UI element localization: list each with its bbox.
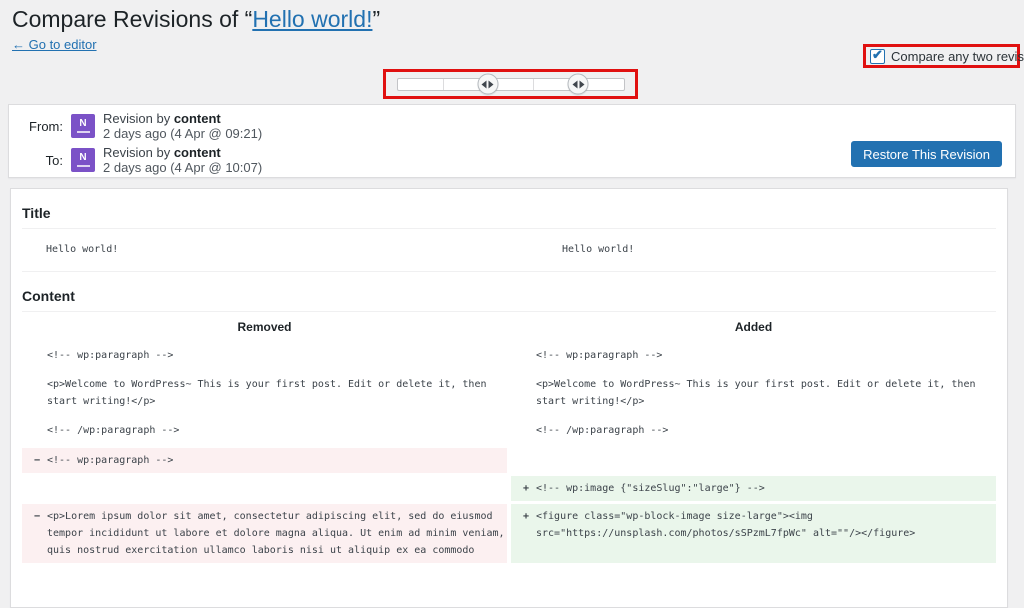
handle-left-arrow-icon [482,80,487,88]
diff-sign: + [511,480,536,497]
handle-right-arrow-icon [579,80,584,88]
to-author: content [174,145,221,160]
removed-column-header: Removed [22,319,507,336]
go-to-editor-link[interactable]: ← Go to editor [12,37,97,52]
avatar-letter: N [79,119,86,129]
diff-text: <!-- wp:paragraph --> [47,452,507,469]
diff-text: <p>Welcome to WordPress~ This is your fi… [536,376,996,410]
diff-row: −<!-- wp:paragraph --> [22,448,996,473]
diff-text: <!-- wp:paragraph --> [47,347,507,364]
diff-row: −<p>Lorem ipsum dolor sit amet, consecte… [22,504,996,563]
from-timestamp: 2 days ago (4 Apr @ 09:21) [103,126,262,141]
diff-text: <p>Welcome to WordPress~ This is your fi… [47,376,507,410]
diff-sign: − [22,452,47,469]
diff-text: <!-- /wp:paragraph --> [536,422,996,439]
diff-cell-context: <!-- /wp:paragraph --> [511,416,996,445]
diff-text: <!-- /wp:paragraph --> [47,422,507,439]
diff-cell-context: <!-- /wp:paragraph --> [22,416,507,445]
diff-row: <!-- wp:paragraph --> <!-- wp:paragraph -… [22,341,996,370]
to-line1-prefix: Revision by [103,145,174,160]
diff-sign [511,347,536,364]
checkmark-icon: ✔ [872,47,883,62]
avatar-letter: N [79,153,86,163]
diff-text: <figure class="wp-block-image size-large… [536,508,996,559]
diff-rows: <!-- wp:paragraph --> <!-- wp:paragraph -… [22,341,996,563]
diff-sign [22,422,47,439]
diff-cell-added: +<figure class="wp-block-image size-larg… [511,504,996,563]
diff-text: <!-- wp:paragraph --> [536,347,996,364]
from-revision-info: Revision by content 2 days ago (4 Apr @ … [103,111,262,141]
to-revision-info: Revision by content 2 days ago (4 Apr @ … [103,145,262,175]
diff-cell-context: <!-- wp:paragraph --> [511,341,996,370]
diff-cell-added: +<!-- wp:image {"sizeSlug":"large"} --> [511,476,996,501]
diff-cell-context: <!-- wp:paragraph --> [22,341,507,370]
page-title: Compare Revisions of “Hello world!” [12,5,380,34]
avatar: N [71,148,95,172]
revision-slider-annotation [383,69,638,99]
title-old-value: Hello world! [22,241,509,258]
from-line1-prefix: Revision by [103,111,174,126]
diff-sign [511,448,536,473]
revision-slider-track[interactable] [397,78,625,91]
page-title-prefix: Compare Revisions of “ [12,6,252,32]
avatar: N [71,114,95,138]
post-title-link[interactable]: Hello world! [252,6,372,32]
compare-checkbox-label[interactable]: Compare any two revisions [891,49,1024,64]
from-label: From: [9,119,71,134]
restore-this-revision-button[interactable]: Restore This Revision [851,141,1002,167]
diff-sign [22,347,47,364]
from-author: content [174,111,221,126]
diff-row: +<!-- wp:image {"sizeSlug":"large"} --> [22,476,996,501]
diff-cell-deleted: −<!-- wp:paragraph --> [22,448,507,473]
diff-cell-context: <p>Welcome to WordPress~ This is your fi… [511,370,996,416]
diff-cell-context: <p>Welcome to WordPress~ This is your fi… [22,370,507,416]
to-line1: Revision by content [103,145,262,160]
title-section-heading: Title [22,189,996,229]
to-timestamp: 2 days ago (4 Apr @ 10:07) [103,160,262,175]
avatar-caption-bar [77,165,90,167]
slider-tick [533,79,534,90]
diff-text: <!-- wp:image {"sizeSlug":"large"} --> [536,480,996,497]
from-line1: Revision by content [103,111,262,126]
title-new-value: Hello world! [509,241,996,258]
added-column-header: Added [511,319,996,336]
diff-sign [22,476,47,501]
diff-sign [511,422,536,439]
diff-sign [511,376,536,410]
compare-checkbox[interactable]: ✔ [870,49,885,64]
diff-cell-deleted: −<p>Lorem ipsum dolor sit amet, consecte… [22,504,507,563]
from-row: From: N Revision by content 2 days ago (… [9,110,1015,142]
slider-handle[interactable] [477,74,498,95]
to-label: To: [9,153,71,168]
diff-cell-empty [22,476,507,501]
diff-text [536,448,996,473]
content-section-heading: Content [22,272,996,312]
handle-right-arrow-icon [489,80,494,88]
avatar-caption-bar [77,131,90,133]
diff-sign: + [511,508,536,559]
handle-left-arrow-icon [572,80,577,88]
page-title-suffix: ” [372,6,380,32]
slider-handle[interactable] [568,74,589,95]
diff-text [47,476,507,501]
diff-row: <p>Welcome to WordPress~ This is your fi… [22,370,996,416]
revisions-meta-panel: From: N Revision by content 2 days ago (… [8,104,1016,178]
diff-sign: − [22,508,47,559]
diff-text: <p>Lorem ipsum dolor sit amet, consectet… [47,508,507,559]
title-diff-row: Hello world! Hello world! [22,229,996,272]
diff-row: <!-- /wp:paragraph --> <!-- /wp:paragraph… [22,416,996,445]
compare-checkbox-annotation: ✔ Compare any two revisions [863,44,1020,68]
diff-column-headers: Removed Added [22,312,996,341]
revisions-diff-panel: Title Hello world! Hello world! Content … [10,188,1008,608]
diff-sign [22,376,47,410]
diff-cell-empty [511,448,996,473]
page-header: Compare Revisions of “Hello world!” ← Go… [12,5,380,54]
slider-tick [443,79,444,90]
